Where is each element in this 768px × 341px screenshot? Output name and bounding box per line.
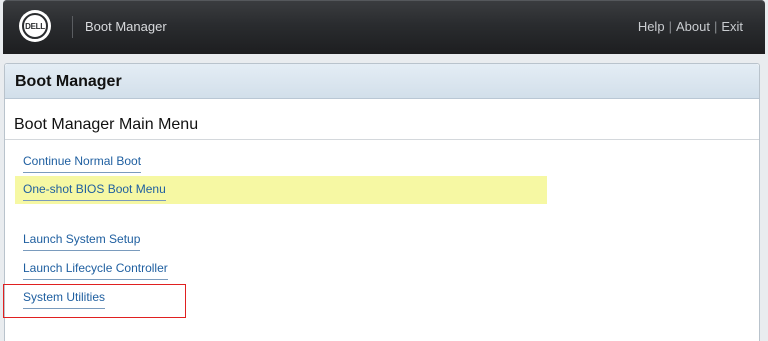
menu-item-system-utilities[interactable]: System Utilities	[15, 284, 215, 312]
panel-title: Boot Manager	[15, 73, 122, 90]
menu-item-label: One-shot BIOS Boot Menu	[23, 182, 166, 201]
menu-item-label: Launch System Setup	[23, 232, 141, 251]
section-divider	[5, 139, 759, 140]
menu-item-one-shot-bios-boot-menu[interactable]: One-shot BIOS Boot Menu	[15, 176, 547, 204]
menu-item-launch-lifecycle-controller[interactable]: Launch Lifecycle Controller	[15, 255, 215, 283]
menu-item-label: Launch Lifecycle Controller	[23, 261, 168, 280]
link-separator: |	[668, 19, 672, 34]
dell-logo-mark: DELL	[22, 13, 48, 39]
menu-item-label: Continue Normal Boot	[23, 154, 142, 173]
menu-item-continue-normal-boot[interactable]: Continue Normal Boot	[15, 148, 215, 176]
section-title: Boot Manager Main Menu	[14, 116, 199, 133]
link-separator: |	[713, 19, 718, 34]
menu-item-label: System Utilities	[23, 290, 106, 309]
header-links: Help | About | Exit	[638, 19, 743, 34]
about-link[interactable]: About	[676, 19, 710, 34]
dell-logo: DELL	[19, 10, 51, 42]
help-link[interactable]: Help	[638, 19, 665, 34]
header-divider	[72, 16, 73, 38]
top-bar: DELL Boot Manager Help | About | Exit	[3, 0, 765, 54]
boot-manager-panel: Boot Manager Boot Manager Main Menu Cont…	[3, 63, 760, 341]
exit-link[interactable]: Exit	[721, 19, 743, 34]
app-title: Boot Manager	[85, 19, 167, 34]
menu-item-launch-system-setup[interactable]: Launch System Setup	[15, 226, 215, 254]
